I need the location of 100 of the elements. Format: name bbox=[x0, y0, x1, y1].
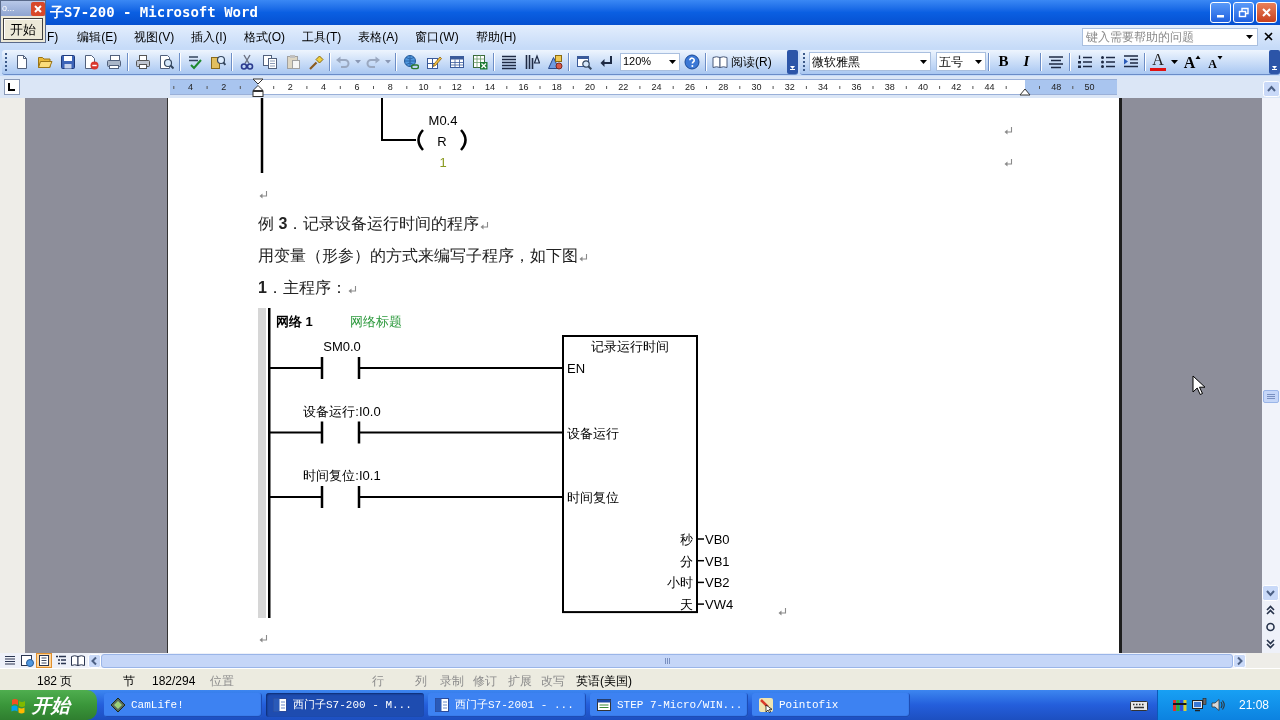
indent-markers-icon[interactable] bbox=[252, 78, 264, 97]
return-arrow-icon[interactable] bbox=[598, 53, 615, 70]
paragraph-text: 用变量（形参）的方式来编写子程序，如下图 bbox=[258, 248, 578, 264]
two-pages-icon[interactable] bbox=[261, 53, 278, 70]
status-text: 扩展 bbox=[508, 673, 532, 688]
page-stack-icon[interactable] bbox=[105, 53, 122, 70]
menu-item[interactable]: 插入(I) bbox=[183, 26, 235, 47]
ruler-number: 2 bbox=[287, 81, 293, 93]
zoom-combobox[interactable]: 120% bbox=[620, 52, 680, 71]
up-caret-icon[interactable] bbox=[1195, 54, 1202, 60]
help-search-field[interactable]: 键入需要帮助的问题 bbox=[1082, 27, 1258, 46]
right-indent-marker-icon[interactable] bbox=[1019, 88, 1031, 96]
clipboard-icon[interactable] bbox=[284, 53, 301, 70]
grip-handle-icon[interactable] bbox=[4, 51, 8, 72]
open-book-icon[interactable] bbox=[712, 53, 728, 70]
vertical-bars-icon[interactable] bbox=[523, 53, 540, 70]
grow-font-button[interactable]: A bbox=[1181, 51, 1204, 72]
taskbar-button[interactable]: STEP 7-Micro/WIN... bbox=[590, 693, 748, 717]
window-magnifier-icon[interactable] bbox=[575, 53, 592, 70]
toolbar-options-icon[interactable] bbox=[1269, 49, 1280, 74]
striped-bars-icon[interactable] bbox=[1172, 697, 1188, 713]
font-size-combobox[interactable]: 五号 bbox=[936, 52, 986, 71]
menu-item[interactable]: 窗口(W) bbox=[407, 26, 467, 47]
check-lines-icon[interactable] bbox=[186, 53, 203, 70]
open-book-icon[interactable] bbox=[70, 653, 86, 668]
flag-icon[interactable] bbox=[10, 696, 26, 714]
bold-button[interactable]: B bbox=[992, 51, 1015, 72]
menu-item[interactable]: 视图(V) bbox=[126, 26, 183, 47]
status-text: 页 bbox=[60, 673, 72, 688]
align-center-icon[interactable] bbox=[1047, 53, 1064, 70]
caret-icon[interactable] bbox=[919, 58, 928, 65]
globe-page-icon[interactable] bbox=[19, 653, 35, 668]
menu-item[interactable]: 编辑(E) bbox=[69, 26, 126, 47]
menu-item[interactable]: 格式(O) bbox=[235, 26, 293, 47]
menu-item[interactable]: 帮助(H) bbox=[467, 26, 525, 47]
operand-label: VB0 bbox=[705, 532, 730, 546]
minimize-button[interactable] bbox=[1210, 2, 1231, 23]
horizontal-scrollbar[interactable] bbox=[101, 653, 1233, 668]
tab-stop-icon[interactable] bbox=[4, 79, 20, 95]
page-badge-icon[interactable] bbox=[82, 53, 99, 70]
ruler[interactable]: 4 2 2 4 6 8 10 12 14 16 18 20 22 24 26 28 30 32 34 36 38 40 42 44 48 50 bbox=[170, 79, 1117, 95]
ruler-number: 36 bbox=[851, 81, 862, 93]
taskbar-button[interactable]: 西门子S7-2001 - ... bbox=[428, 693, 586, 717]
restore-button[interactable] bbox=[1233, 2, 1254, 23]
toolbar-options-icon[interactable] bbox=[787, 49, 798, 74]
caret-icon[interactable] bbox=[1170, 58, 1179, 65]
start-button[interactable]: 开始 bbox=[0, 690, 97, 720]
ruler-number: 42 bbox=[951, 81, 962, 93]
lines-icon[interactable] bbox=[2, 653, 18, 668]
ruler-number: 24 bbox=[651, 81, 662, 93]
caret-icon[interactable] bbox=[974, 58, 983, 65]
help-icon[interactable] bbox=[683, 53, 700, 70]
start-button[interactable]: 开始 bbox=[3, 18, 43, 40]
paragraph-mark-icon bbox=[259, 189, 268, 199]
ruler-number: 12 bbox=[451, 81, 462, 93]
table-icon[interactable] bbox=[448, 53, 465, 70]
taskbar-button[interactable]: CamLife! bbox=[104, 693, 262, 717]
status-text: 行 bbox=[372, 673, 384, 688]
floating-window-title: o... bbox=[2, 4, 15, 13]
read-button[interactable]: 阅读(R) bbox=[709, 51, 775, 72]
font-color-button[interactable]: A bbox=[1148, 50, 1168, 73]
spreadsheet-icon[interactable] bbox=[471, 53, 488, 70]
scissors-icon[interactable] bbox=[238, 53, 255, 70]
globe-chain-icon[interactable] bbox=[402, 53, 419, 70]
status-text: 列 bbox=[415, 673, 427, 688]
menu-item[interactable]: 工具(T) bbox=[294, 26, 350, 47]
close-button[interactable] bbox=[1256, 2, 1277, 23]
computer-icon[interactable] bbox=[1191, 697, 1207, 713]
status-text: 节 bbox=[123, 673, 135, 688]
book-magnifier-icon[interactable] bbox=[209, 53, 226, 70]
shrink-font-button[interactable]: A bbox=[1204, 51, 1227, 72]
caret-icon[interactable] bbox=[668, 58, 677, 65]
bulleted-list-icon[interactable] bbox=[1099, 53, 1116, 70]
menu-item[interactable]: 表格(A) bbox=[350, 26, 407, 47]
page-magnifier-icon[interactable] bbox=[157, 53, 174, 70]
speaker-icon[interactable] bbox=[1210, 697, 1226, 713]
italic-button[interactable]: I bbox=[1015, 51, 1038, 72]
taskbar-button[interactable]: 西门子S7-200 - M... bbox=[266, 693, 424, 717]
font-combobox[interactable]: 微软雅黑 bbox=[809, 52, 931, 71]
printer-icon[interactable] bbox=[134, 53, 151, 70]
down-caret-icon[interactable] bbox=[1216, 54, 1223, 60]
grip-handle-icon[interactable] bbox=[802, 51, 806, 72]
menu-item[interactable]: F) bbox=[47, 26, 69, 47]
shapes-icon[interactable] bbox=[546, 53, 563, 70]
brush-icon[interactable] bbox=[307, 53, 324, 70]
operand-label: VB1 bbox=[705, 554, 730, 568]
status-text: 位置 bbox=[210, 673, 234, 688]
paragraph-mark-icon bbox=[1004, 158, 1013, 167]
text-lines-icon[interactable] bbox=[500, 53, 517, 70]
close-icon[interactable] bbox=[1263, 31, 1274, 42]
increase-indent-icon[interactable] bbox=[1122, 53, 1139, 70]
taskbar-button[interactable]: Pointofix bbox=[752, 693, 910, 717]
paragraph-mark-icon bbox=[1004, 126, 1013, 135]
caret-icon[interactable] bbox=[1245, 33, 1254, 40]
page-layout-icon[interactable] bbox=[36, 653, 52, 668]
scrollbar-thumb[interactable] bbox=[1263, 390, 1279, 403]
restore-icon[interactable] bbox=[1238, 7, 1249, 18]
ruler-number: 4 bbox=[187, 81, 193, 93]
coil-address-label: M0.4 bbox=[428, 113, 458, 127]
numbered-list-icon[interactable] bbox=[1076, 53, 1093, 70]
